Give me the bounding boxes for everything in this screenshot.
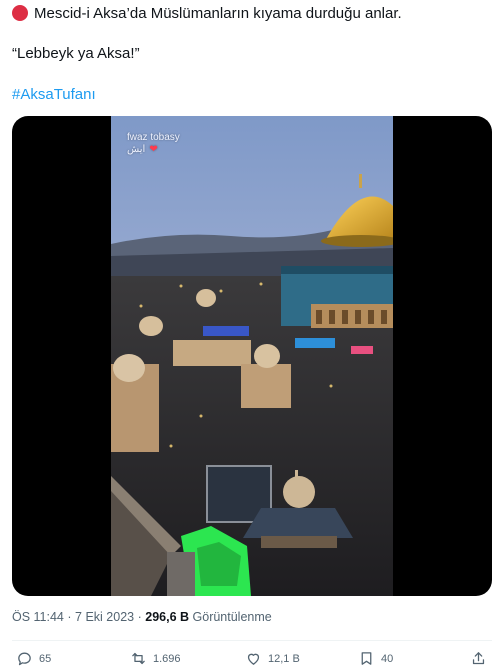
repost-button[interactable]: 1.696 <box>130 650 181 667</box>
meta-separator: · <box>67 610 72 624</box>
repost-icon <box>132 652 145 665</box>
reply-icon <box>18 652 31 666</box>
meta-separator-2: · <box>137 610 142 624</box>
video-thumbnail-image <box>111 116 393 596</box>
bookmark-icon <box>361 652 372 665</box>
watermark-text: fwaz tobasy <box>127 132 180 143</box>
heart-icon: ❤ <box>149 144 158 155</box>
views-label: Görüntülenme <box>192 610 272 624</box>
reply-count: 65 <box>39 652 52 665</box>
like-count: 12,1 B <box>268 652 300 665</box>
share-icon <box>472 652 485 665</box>
tweet-text-line-1: Mescid-i Aksa’da Müslümanların kıyama du… <box>12 4 402 24</box>
reply-button[interactable]: 65 <box>16 650 51 667</box>
tweet-text-line-2: “Lebbeyk ya Aksa!” <box>12 45 140 62</box>
like-button[interactable]: 12,1 B <box>245 650 300 667</box>
tweet-time[interactable]: ÖS 11:44 <box>12 610 64 624</box>
views-count: 296,6 B <box>145 610 190 624</box>
bookmark-button[interactable]: 40 <box>358 650 393 667</box>
share-button[interactable] <box>470 650 487 667</box>
action-bar: 65 1.696 12,1 B 40 <box>0 650 499 670</box>
red-circle-icon <box>12 5 28 21</box>
video-frame[interactable]: fwaz tobasy ایش ❤ <box>111 116 393 596</box>
hashtag-link[interactable]: #AksaTufanı <box>12 85 96 105</box>
repost-count: 1.696 <box>153 652 181 665</box>
tweet-date[interactable]: 7 Eki 2023 <box>75 610 134 624</box>
tweet-text-1: Mescid-i Aksa’da Müslümanların kıyama du… <box>34 5 402 22</box>
divider <box>12 640 492 641</box>
bookmark-count: 40 <box>381 652 394 665</box>
watermark-signature: ایش <box>127 144 146 155</box>
tweet-meta: ÖS 11:44 · 7 Eki 2023 · 296,6 B Görüntül… <box>12 610 272 624</box>
like-icon <box>247 653 260 665</box>
video-player[interactable]: fwaz tobasy ایش ❤ <box>12 116 492 596</box>
video-watermark: fwaz tobasy ایش ❤ <box>127 132 180 156</box>
